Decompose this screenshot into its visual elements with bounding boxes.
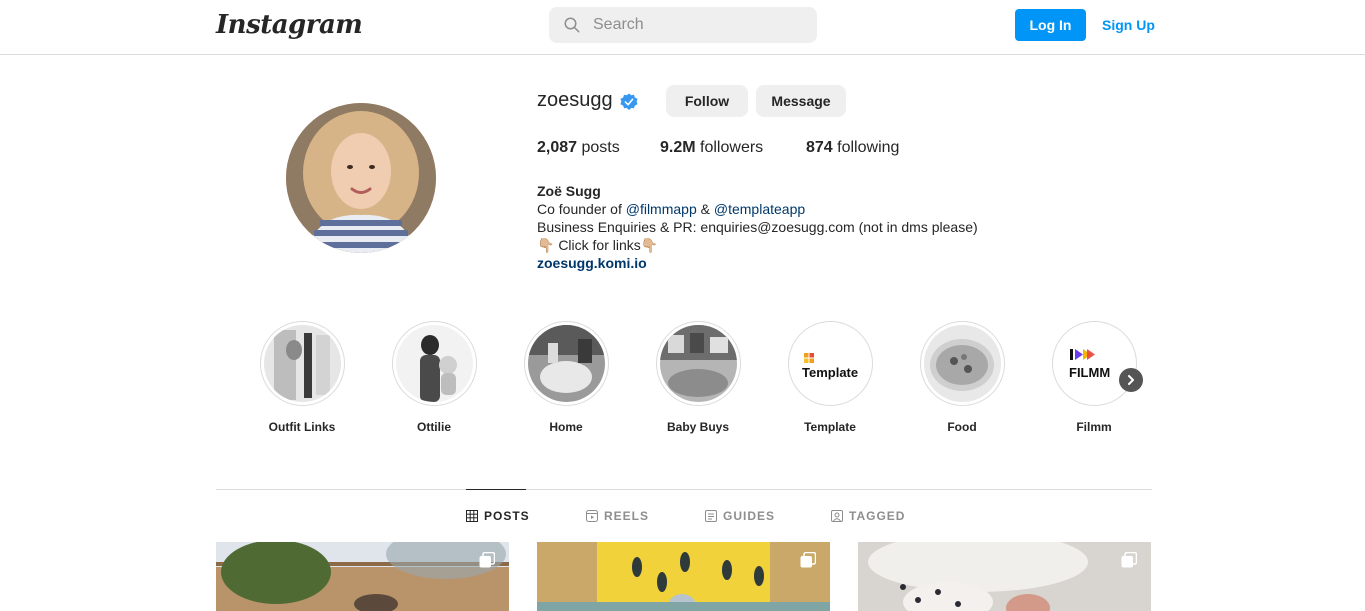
- highlight-cover: [263, 325, 341, 402]
- top-navigation-bar: Instagram Log In Sign Up: [0, 0, 1365, 55]
- highlight-ring: [391, 321, 477, 406]
- highlight-label: Ottilie: [416, 420, 451, 434]
- post-image: [858, 542, 1151, 611]
- highlight-home[interactable]: Home: [511, 321, 621, 434]
- signup-button[interactable]: Sign Up: [1102, 17, 1155, 33]
- message-button[interactable]: Message: [756, 85, 846, 117]
- highlight-cover: [395, 325, 473, 402]
- bio-line-links: 👇🏼 Click for links👇🏼: [537, 237, 659, 253]
- multiple-photos-icon: [800, 552, 816, 568]
- tab-label: POSTS: [484, 509, 530, 523]
- chevron-right-icon: [1128, 375, 1134, 385]
- profile-avatar[interactable]: [286, 103, 436, 253]
- highlight-ring: FILMM: [1051, 321, 1137, 406]
- tagged-icon: [831, 510, 843, 522]
- profile-username: zoesugg: [537, 89, 613, 111]
- highlight-cover: [923, 325, 1001, 402]
- bio-line-enquiries: Business Enquiries & PR: enquiries@zoesu…: [537, 219, 978, 235]
- mention-templateapp-link[interactable]: @templateapp: [714, 201, 805, 217]
- guides-icon: [705, 510, 717, 522]
- tabs-divider: [216, 489, 1152, 490]
- instagram-logo[interactable]: Instagram: [216, 10, 363, 40]
- highlight-template[interactable]: Template Template: [775, 321, 885, 434]
- following-label: following: [837, 139, 900, 156]
- post-thumbnail[interactable]: [858, 542, 1151, 611]
- tab-label: GUIDES: [723, 509, 776, 523]
- svg-text:FILMM: FILMM: [1069, 365, 1110, 380]
- bio-line-founder: Co founder of @filmmapp & @templateapp: [537, 200, 978, 218]
- followers-stat[interactable]: 9.2M followers: [660, 139, 763, 157]
- posts-label: posts: [581, 139, 620, 156]
- tab-label: REELS: [604, 509, 650, 523]
- login-button[interactable]: Log In: [1015, 9, 1086, 41]
- highlight-ottilie[interactable]: Ottilie: [379, 321, 489, 434]
- post-thumbnail[interactable]: [537, 542, 830, 611]
- mention-filmmapp-link[interactable]: @filmmapp: [626, 201, 697, 217]
- search-icon: [564, 17, 580, 33]
- search-box[interactable]: [549, 7, 817, 43]
- highlight-ring: Template: [787, 321, 873, 406]
- multiple-photos-icon: [479, 552, 495, 568]
- posts-count: 2,087: [537, 139, 578, 156]
- verified-badge-icon: [620, 93, 638, 111]
- posts-stat: 2,087 posts: [537, 139, 620, 157]
- highlight-food[interactable]: Food: [907, 321, 1017, 434]
- highlight-ring: [523, 321, 609, 406]
- tab-reels[interactable]: REELS: [586, 509, 649, 523]
- highlight-label: Template: [804, 420, 856, 434]
- highlight-label: Filmm: [1076, 420, 1112, 434]
- filmm-logo-cover: FILMM: [1055, 325, 1133, 402]
- post-image: [216, 542, 509, 611]
- profile-bio: Zoë Sugg Co founder of @filmmapp & @temp…: [537, 182, 978, 272]
- tab-tagged[interactable]: TAGGED: [831, 509, 905, 523]
- highlight-label: Baby Buys: [666, 420, 730, 434]
- highlight-cover: [527, 325, 605, 402]
- highlight-label: Outfit Links: [268, 420, 336, 434]
- reels-icon: [586, 510, 598, 522]
- post-thumbnail[interactable]: [216, 542, 509, 611]
- multiple-photos-icon: [1121, 552, 1137, 568]
- following-stat[interactable]: 874 following: [806, 139, 899, 157]
- highlight-ring: [259, 321, 345, 406]
- template-logo-cover: Template: [791, 325, 869, 402]
- active-tab-indicator: [466, 489, 526, 490]
- highlight-label: Food: [947, 420, 977, 434]
- tab-guides[interactable]: GUIDES: [705, 509, 775, 523]
- highlights-next-button[interactable]: [1119, 368, 1143, 392]
- highlight-ring: [655, 321, 741, 406]
- svg-text:Template: Template: [802, 365, 858, 380]
- bio-ampersand: &: [696, 201, 714, 217]
- highlight-baby-buys[interactable]: Baby Buys: [643, 321, 753, 434]
- external-link[interactable]: zoesugg.komi.io: [537, 254, 978, 272]
- following-count: 874: [806, 139, 833, 156]
- bio-founder-prefix: Co founder of: [537, 201, 626, 217]
- highlight-cover: [659, 325, 737, 402]
- profile-full-name: Zoë Sugg: [537, 183, 601, 199]
- highlight-ring: [919, 321, 1005, 406]
- search-input[interactable]: [593, 7, 803, 43]
- avatar-photo: [286, 103, 436, 253]
- tab-label: TAGGED: [849, 509, 906, 523]
- tab-posts[interactable]: POSTS: [466, 509, 530, 523]
- grid-icon: [466, 510, 478, 522]
- followers-label: followers: [700, 139, 764, 156]
- follow-button[interactable]: Follow: [666, 85, 748, 117]
- post-image: [537, 542, 830, 611]
- followers-count: 9.2M: [660, 139, 696, 156]
- highlight-label: Home: [549, 420, 583, 434]
- highlight-outfit-links[interactable]: Outfit Links: [247, 321, 357, 434]
